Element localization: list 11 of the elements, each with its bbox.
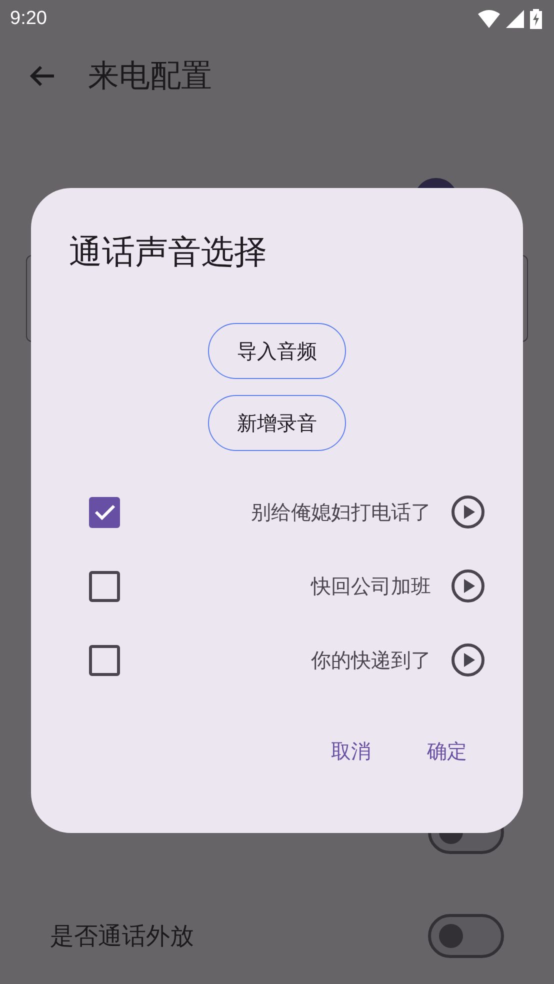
status-time: 9:20 (10, 8, 47, 30)
setting-label: 是否通话外放 (50, 921, 194, 952)
page-title: 来电配置 (88, 57, 212, 96)
dialog-button[interactable]: 确定 (415, 730, 479, 773)
dialog-button[interactable]: 取消 (319, 730, 383, 773)
dialog-title: 通话声音选择 (69, 231, 268, 273)
sound-name: 快回公司加班 (310, 572, 431, 600)
sound-name: 别给俺媳妇打电话了 (250, 498, 431, 526)
outlined-button[interactable]: 导入音频 (208, 323, 346, 379)
outlined-button[interactable]: 新增录音 (208, 395, 346, 451)
sound-name: 你的快递到了 (310, 646, 431, 674)
